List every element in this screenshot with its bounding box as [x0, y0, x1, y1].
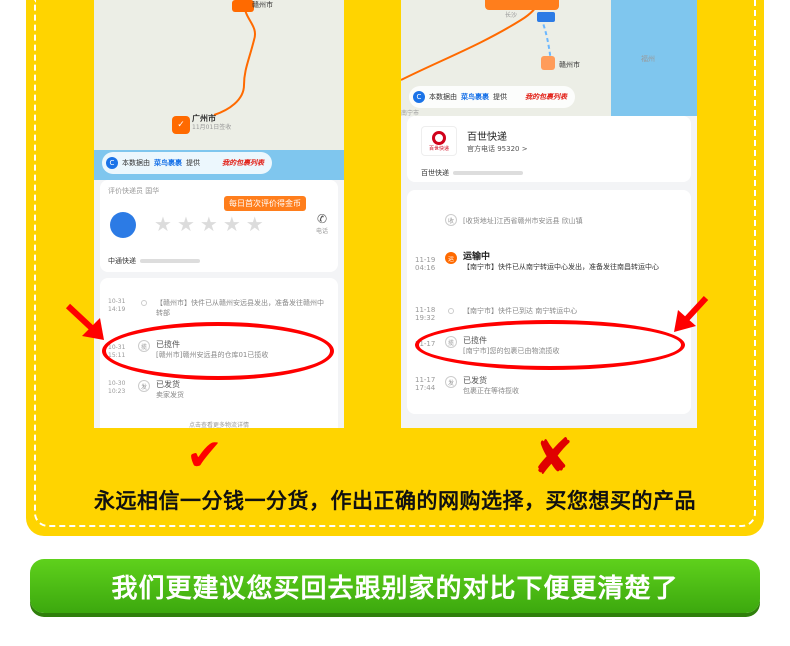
gz-date: 11月01日签收 — [192, 124, 232, 131]
entry-text: 已发货 卖家发货 — [156, 380, 330, 400]
rating-stars[interactable]: ★ ★ ★ ★ ★ — [154, 214, 264, 234]
entry-text: 已发货 包裹正在等待揽收 — [463, 376, 683, 396]
entry-title: 已发货 — [156, 380, 180, 389]
right-screenshot: 长沙 赣州市 福州 南宁市 C 本数据由 菜鸟裹裹 提供 我的包裹列表 百世快递… — [401, 0, 697, 428]
star-icon[interactable]: ★ — [223, 214, 241, 234]
entry-text: 【赣州市】快件已从赣州安远县发出，准备发往赣州中转部 — [156, 299, 324, 317]
company-phone[interactable]: 官方电话 95320 > — [467, 144, 528, 154]
best-logo-icon — [432, 130, 446, 145]
fuzhou-label: 福州 — [641, 55, 655, 63]
cross-mark-icon: ✘ — [532, 428, 574, 486]
star-icon[interactable]: ★ — [200, 214, 218, 234]
left-map[interactable]: 赣州市 ✓ 广州市 11月01日签收 C 本数据由 菜鸟裹裹 提供 我的包裹列表 — [94, 0, 344, 180]
right-timeline: 收 [收货地址]江西省赣州市安远县 欣山镇 11-19 04:16 运 运输中 【… — [407, 190, 691, 414]
attr-suffix: 提供 — [493, 93, 507, 101]
red-arrow-icon — [674, 295, 709, 332]
tracking-row: 百世快递 — [421, 168, 523, 178]
phone-label: 电话 — [316, 228, 329, 235]
entry-date: 10-30 — [108, 380, 126, 387]
entry-date: 11-18 — [415, 306, 436, 314]
shipped-icon: 发 — [138, 380, 150, 392]
gz-city: 广州市 — [192, 114, 216, 123]
address-icon: 收 — [445, 214, 457, 226]
star-icon[interactable]: ★ — [177, 214, 195, 234]
entry-text: 【南宁市】快件已到达 南宁转运中心 — [463, 307, 578, 315]
entry-time: 10:23 — [108, 388, 126, 395]
entry-date: 11-19 — [415, 256, 436, 264]
truck-icon — [537, 12, 555, 22]
green-banner: 我们更建议您买回去跟别家的对比下便更清楚了 — [30, 559, 760, 613]
data-attribution[interactable]: C 本数据由 菜鸟裹裹 提供 我的包裹列表 — [409, 86, 575, 108]
my-packages-link[interactable]: 我的包裹列表 — [525, 92, 567, 102]
promo-page: 赣州市 ✓ 广州市 11月01日签收 C 本数据由 菜鸟裹裹 提供 我的包裹列表… — [0, 0, 790, 646]
attr-brand: 菜鸟裹裹 — [461, 93, 489, 101]
left-screenshot: 赣州市 ✓ 广州市 11月01日签收 C 本数据由 菜鸟裹裹 提供 我的包裹列表… — [94, 0, 344, 428]
phone-button[interactable]: ✆ 电话 — [316, 212, 328, 235]
gz-city: 赣州市 — [559, 61, 580, 69]
attr-prefix: 本数据由 — [429, 93, 457, 101]
timeline-entry: 10-30 10:23 发 已发货 卖家发货 — [108, 380, 330, 406]
origin-marker-icon — [232, 0, 254, 12]
timeline-entry: 11-17 17:44 发 已发货 包裹正在等待揽收 — [415, 376, 683, 402]
right-map[interactable]: 长沙 赣州市 福州 南宁市 C 本数据由 菜鸟裹裹 提供 我的包裹列表 — [401, 0, 697, 117]
entry-detail: 包裹正在等待揽收 — [463, 387, 519, 395]
star-icon[interactable]: ★ — [154, 214, 172, 234]
origin-city-label: 赣州市 — [252, 1, 273, 9]
entry-text: [收货地址]江西省赣州市安远县 欣山镇 — [463, 217, 583, 225]
redacted-tracking — [453, 171, 523, 175]
entry-date: 11-17 — [415, 376, 436, 384]
shipped-icon: 发 — [445, 376, 457, 388]
entry-text: 运输中 【南宁市】快件已从南宁转运中心发出，准备发往南昌转运中心 — [463, 252, 683, 272]
company-name: 百世快递 — [467, 132, 507, 143]
attr-brand: 菜鸟裹裹 — [154, 159, 182, 167]
entry-time: 19:32 — [415, 314, 436, 322]
reward-tag: 每日首次评价得金币 — [224, 196, 306, 211]
entry-time: 04:16 — [415, 264, 436, 272]
cainiao-logo-icon: C — [413, 91, 425, 103]
entry-time: 17:44 — [415, 384, 436, 392]
entry-title: 已发货 — [463, 376, 487, 385]
entry-detail: 【南宁市】快件已从南宁转运中心发出，准备发往南昌转运中心 — [463, 263, 659, 271]
timeline-dot-icon — [141, 300, 147, 306]
destination-marker-icon: ✓ — [172, 116, 190, 134]
in-transit-icon: 运 — [445, 252, 457, 264]
entry-title: 运输中 — [463, 252, 491, 262]
timeline-dot-icon — [448, 308, 454, 314]
slogan-text: 永远相信一分钱一分货，作出正确的网购选择，买您想买的产品 — [94, 489, 696, 513]
timeline-entry: 11-19 04:16 运 运输中 【南宁市】快件已从南宁转运中心发出，准备发往南… — [415, 252, 683, 288]
rating-card: 评价快递员 国华 每日首次评价得金币 ★ ★ ★ ★ ★ ✆ 电话 中通快递 — [100, 180, 338, 272]
company-card: 百世快递 百世快递 官方电话 95320 > 百世快递 — [407, 116, 691, 182]
courier-avatar — [110, 212, 136, 238]
highlight-ellipse — [415, 320, 685, 370]
timeline-entry: 收 [收货地址]江西省赣州市安远县 欣山镇 — [415, 214, 683, 230]
route-line — [213, 1, 257, 116]
banner-text: 我们更建议您买回去跟别家的对比下便更清楚了 — [111, 573, 679, 604]
rating-header: 评价快递员 国华 — [108, 187, 160, 195]
tracking-label: 百世快递 — [421, 169, 449, 177]
highlight-ellipse — [102, 322, 334, 380]
company-logo: 百世快递 — [421, 126, 457, 156]
data-attribution[interactable]: C 本数据由 菜鸟裹裹 提供 我的包裹列表 — [102, 152, 272, 174]
entry-detail: 卖家发货 — [156, 391, 184, 399]
red-arrow-icon — [65, 303, 104, 340]
timeline-entry: 10-31 14:19 【赣州市】快件已从赣州安远县发出，准备发往赣州中转部 — [108, 298, 330, 322]
more-details-link[interactable]: 点击查看更多物流详情 — [100, 420, 338, 428]
courier-name: 中通快递 — [108, 257, 136, 265]
logo-text: 百世快递 — [428, 145, 449, 152]
my-packages-link[interactable]: 我的包裹列表 — [222, 158, 264, 168]
redacted-tracking — [140, 259, 200, 263]
attr-suffix: 提供 — [186, 159, 200, 167]
truck-banner — [485, 0, 559, 10]
destination-marker-icon — [541, 56, 555, 70]
courier-info: 中通快递 — [108, 256, 200, 266]
slogan-row: 永远相信一分钱一分货，作出正确的网购选择，买您想买的产品 — [34, 478, 756, 522]
check-mark-icon: ✔ — [186, 430, 223, 481]
phone-icon: ✆ — [316, 212, 328, 226]
cainiao-logo-icon: C — [106, 157, 118, 169]
attr-prefix: 本数据由 — [122, 159, 150, 167]
truck-city: 长沙 — [505, 12, 518, 19]
destination-label: 广州市 11月01日签收 — [192, 114, 231, 132]
star-icon[interactable]: ★ — [246, 214, 264, 234]
